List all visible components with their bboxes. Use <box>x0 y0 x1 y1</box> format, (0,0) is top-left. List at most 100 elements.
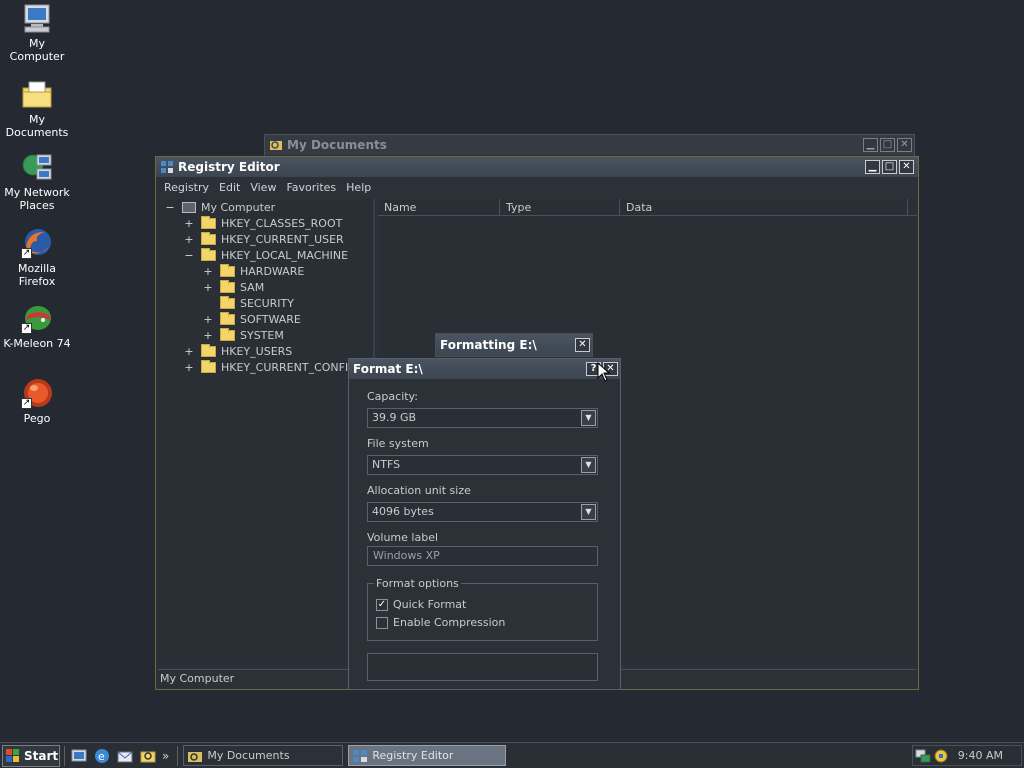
tree-item-sam[interactable]: + SAM <box>202 279 264 295</box>
compression-label: Enable Compression <box>393 616 506 629</box>
expand-toggle[interactable]: + <box>183 233 195 246</box>
chevron-down-icon[interactable]: ▼ <box>581 410 596 426</box>
more-quicklaunch-icon[interactable]: » <box>162 749 169 763</box>
folder-open-icon <box>201 247 216 261</box>
list-header: Name Type Data <box>378 199 917 216</box>
chevron-down-icon[interactable]: ▼ <box>581 504 596 520</box>
tree-item-hkey-current-config[interactable]: + HKEY_CURRENT_CONFIG <box>183 359 357 375</box>
close-button[interactable]: ✕ <box>575 338 590 352</box>
collapse-toggle[interactable]: − <box>164 201 176 214</box>
quick-format-label: Quick Format <box>393 598 467 611</box>
tree-item-hardware[interactable]: + HARDWARE <box>202 263 304 279</box>
quick-format-option[interactable]: ✓ Quick Format <box>376 598 466 611</box>
svg-text:e: e <box>98 750 105 763</box>
maximize-button[interactable]: □ <box>880 138 895 152</box>
expand-toggle[interactable]: + <box>183 345 195 358</box>
window-title: My Documents <box>287 138 387 152</box>
security-tray-icon[interactable] <box>933 748 949 764</box>
taskbar-button-my-documents[interactable]: My Documents <box>183 745 344 766</box>
tree-item-label: HKEY_CURRENT_USER <box>221 232 344 246</box>
menu-favorites[interactable]: Favorites <box>281 181 341 194</box>
desktop-icon-label: Pego <box>23 412 51 425</box>
registry-tree[interactable]: − My Computer + HKEY_CLASSES_ROOT + HKEY… <box>158 199 375 665</box>
start-button[interactable]: Start <box>2 744 60 767</box>
windows-logo-icon <box>6 748 20 763</box>
explorer-icon[interactable] <box>139 747 157 765</box>
format-progress-bar <box>367 653 598 681</box>
outlook-express-icon[interactable] <box>116 747 134 765</box>
network-places-icon <box>21 151 53 183</box>
divider <box>177 745 179 766</box>
compression-checkbox[interactable] <box>376 616 388 629</box>
column-header-data[interactable]: Data <box>620 199 908 215</box>
registry-editor-icon <box>160 160 174 174</box>
desktop-icon-label: My Documents <box>5 113 69 139</box>
task-label: Registry Editor <box>372 749 454 762</box>
expand-toggle[interactable]: + <box>183 217 195 230</box>
desktop-icon-firefox[interactable]: ↗ Mozilla Firefox <box>0 227 74 288</box>
format-options-legend: Format options <box>374 577 461 590</box>
filesystem-select[interactable]: NTFS ▼ <box>367 455 598 475</box>
column-header-name[interactable]: Name <box>378 199 500 215</box>
clock[interactable]: 9:40 AM <box>958 749 1003 762</box>
tree-item-my-computer[interactable]: − My Computer <box>164 199 275 215</box>
tree-item-software[interactable]: + SOFTWARE <box>202 311 301 327</box>
taskbar-button-registry-editor[interactable]: Registry Editor <box>348 745 507 766</box>
expand-toggle[interactable]: + <box>202 281 214 294</box>
desktop-icon-label: My Computer <box>9 37 65 63</box>
desktop-icon-k-meleon[interactable]: ↗ K-Meleon 74 <box>0 302 74 350</box>
tree-item-hkey-classes-root[interactable]: + HKEY_CLASSES_ROOT <box>183 215 342 231</box>
minimize-button[interactable]: ▁ <box>865 160 880 174</box>
tray-icons <box>915 748 951 764</box>
close-button[interactable]: ✕ <box>897 138 912 152</box>
minimize-button[interactable]: ▁ <box>863 138 878 152</box>
menu-bar: Registry Edit View Favorites Help <box>156 177 918 197</box>
format-dialog-titlebar[interactable]: Format E:\ ? ✕ <box>349 359 620 379</box>
internet-explorer-icon[interactable]: e <box>93 747 111 765</box>
expand-toggle[interactable]: + <box>202 265 214 278</box>
expand-toggle[interactable]: + <box>183 361 195 374</box>
capacity-select[interactable]: 39.9 GB ▼ <box>367 408 598 428</box>
tree-item-label: HARDWARE <box>240 264 305 278</box>
tree-item-hkey-current-user[interactable]: + HKEY_CURRENT_USER <box>183 231 344 247</box>
allocation-select[interactable]: 4096 bytes ▼ <box>367 502 598 522</box>
tree-item-label: HKEY_USERS <box>221 344 293 358</box>
my-documents-titlebar[interactable]: My Documents ▁ □ ✕ <box>265 135 914 155</box>
expand-toggle[interactable]: + <box>202 329 214 342</box>
network-tray-icon[interactable] <box>915 748 931 764</box>
tree-item-hkey-local-machine[interactable]: − HKEY_LOCAL_MACHINE <box>183 247 348 263</box>
format-dialog[interactable]: Format E:\ ? ✕ Capacity: 39.9 GB ▼ File … <box>348 358 621 690</box>
maximize-button[interactable]: □ <box>882 160 897 174</box>
close-button[interactable]: ✕ <box>899 160 914 174</box>
formatting-titlebar[interactable]: Formatting E:\ ✕ <box>436 334 592 356</box>
menu-help[interactable]: Help <box>341 181 376 194</box>
tree-item-security[interactable]: SECURITY <box>202 295 294 311</box>
desktop-icon-network-places[interactable]: My Network Places <box>0 151 74 212</box>
divider <box>64 745 66 766</box>
my-computer-icon <box>21 2 53 34</box>
desktop-icon-my-documents[interactable]: My Documents <box>0 78 74 139</box>
formatting-window[interactable]: Formatting E:\ ✕ <box>435 333 593 357</box>
show-desktop-icon[interactable] <box>70 747 88 765</box>
collapse-toggle[interactable]: − <box>183 249 195 262</box>
column-header-type[interactable]: Type <box>500 199 620 215</box>
desktop-icon-my-computer[interactable]: My Computer <box>0 2 74 63</box>
registry-editor-titlebar[interactable]: Registry Editor ▁ □ ✕ <box>156 157 918 177</box>
compression-option[interactable]: Enable Compression <box>376 616 505 629</box>
quick-format-checkbox[interactable]: ✓ <box>376 598 388 611</box>
expand-toggle[interactable]: + <box>202 313 214 326</box>
chevron-down-icon[interactable]: ▼ <box>581 457 596 473</box>
tree-item-hkey-users[interactable]: + HKEY_USERS <box>183 343 292 359</box>
shortcut-arrow-icon: ↗ <box>21 323 32 334</box>
desktop-icon-pego[interactable]: ↗ Pego <box>0 377 74 425</box>
folder-icon <box>220 311 235 325</box>
volume-label-input[interactable]: Windows XP <box>367 546 598 566</box>
menu-edit[interactable]: Edit <box>214 181 245 194</box>
menu-registry[interactable]: Registry <box>159 181 214 194</box>
tree-item-system[interactable]: + SYSTEM <box>202 327 284 343</box>
system-tray: 9:40 AM <box>912 745 1022 766</box>
filesystem-value: NTFS <box>372 458 401 471</box>
my-documents-icon <box>21 78 53 110</box>
folder-search-icon <box>269 138 283 152</box>
menu-view[interactable]: View <box>245 181 281 194</box>
